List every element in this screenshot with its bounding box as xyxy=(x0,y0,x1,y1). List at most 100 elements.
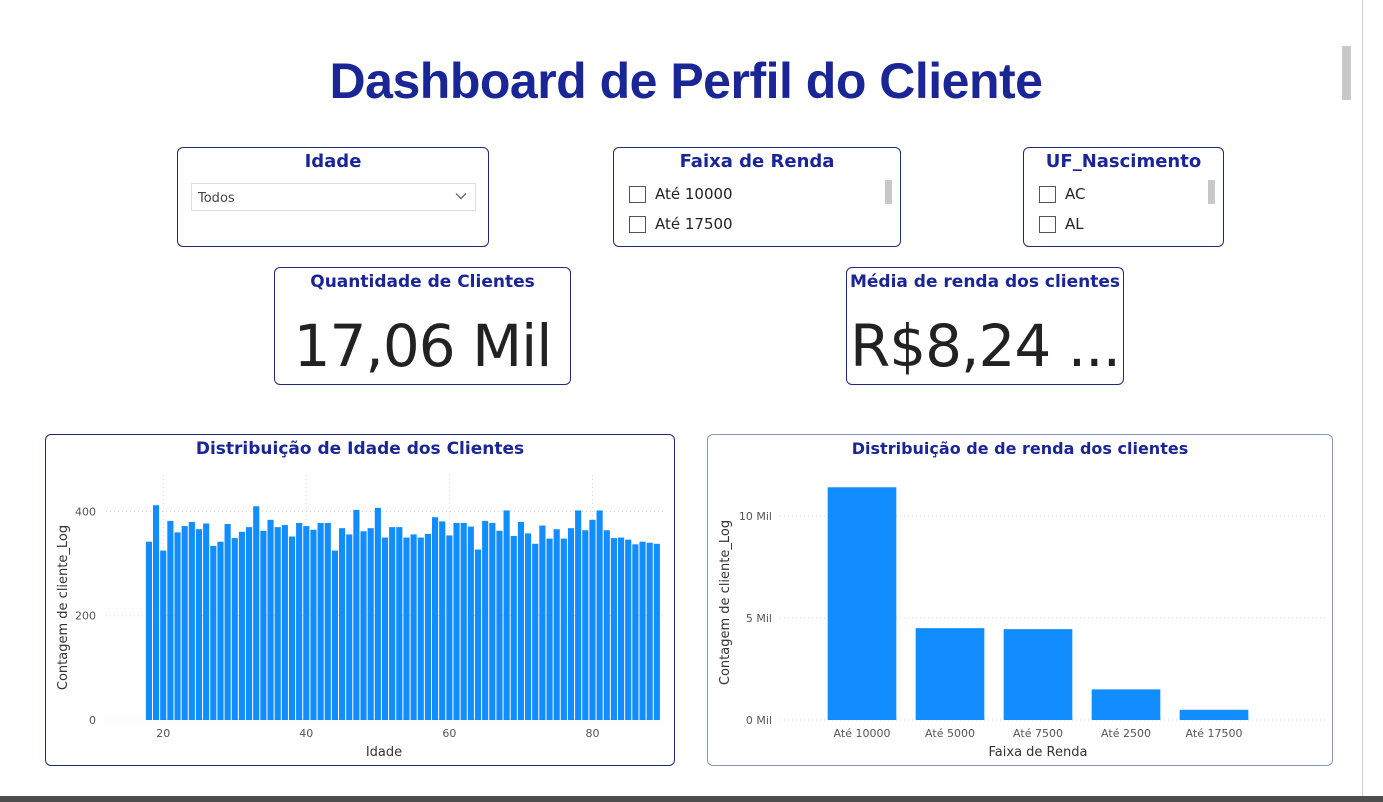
uf-option[interactable]: AL xyxy=(1039,213,1084,235)
bar xyxy=(1091,689,1161,720)
bar xyxy=(181,526,188,720)
bar xyxy=(331,550,338,720)
bar xyxy=(474,549,482,720)
bar xyxy=(467,526,474,720)
y-tick-label: 0 Mil xyxy=(746,714,772,727)
bar xyxy=(267,519,274,720)
slicer-scrollbar[interactable] xyxy=(1208,180,1215,204)
idade-dropdown-value: Todos xyxy=(198,191,235,206)
checkbox[interactable] xyxy=(1039,185,1056,203)
uf-option[interactable]: AC xyxy=(1039,183,1085,205)
bar xyxy=(339,528,346,720)
bar xyxy=(360,531,367,720)
y-axis-label: Contagem de cliente_Log xyxy=(56,525,71,690)
kpi-media-renda: Média de renda dos clientes R$8,24 ... xyxy=(846,267,1124,385)
x-tick-label: Até 10000 xyxy=(834,727,891,740)
chart-renda-plot: 0 Mil 5 Mil 10 Mil Até 10000 Até 5000 Até 750… xyxy=(718,487,1325,760)
bar xyxy=(389,527,396,720)
slicer-faixa-renda: Faixa de Renda Até 10000 Até 17500 xyxy=(613,147,901,247)
bar xyxy=(1179,709,1249,720)
checkbox[interactable] xyxy=(629,185,646,203)
bar xyxy=(253,506,260,720)
bar xyxy=(439,521,446,720)
slicer-idade: Idade Todos xyxy=(177,147,489,247)
bar xyxy=(446,535,453,720)
slicer-uf-title: UF_Nascimento xyxy=(1045,151,1202,172)
bar xyxy=(532,543,539,720)
option-label: AL xyxy=(1065,215,1084,233)
bar xyxy=(145,541,152,720)
bar xyxy=(281,525,288,720)
x-tick-label: 40 xyxy=(299,727,313,740)
bar xyxy=(195,529,203,720)
bar xyxy=(646,542,653,720)
bar xyxy=(238,531,245,720)
bar xyxy=(546,538,553,720)
bar xyxy=(553,529,560,720)
x-axis-label: Faixa de Renda xyxy=(989,745,1088,760)
kpi-quantidade-clientes: Quantidade de Clientes 17,06 Mil xyxy=(274,267,571,385)
bar xyxy=(596,510,603,720)
chart-idade-plot: 0 200 400 20 40 60 80 Idade Contagem de cliente_… xyxy=(56,475,664,760)
bar xyxy=(489,522,496,720)
bar xyxy=(317,522,324,720)
bar xyxy=(460,522,467,720)
bar xyxy=(510,535,517,720)
x-tick-label: 20 xyxy=(156,727,170,740)
bar xyxy=(153,505,160,720)
bar xyxy=(274,527,281,720)
option-label: Até 17500 xyxy=(655,215,733,233)
bar xyxy=(575,510,582,720)
x-axis-label: Idade xyxy=(366,745,402,760)
bar xyxy=(246,527,253,720)
canvas-border xyxy=(1362,0,1363,796)
bar xyxy=(567,528,575,720)
bar xyxy=(224,524,231,720)
bar xyxy=(603,530,610,720)
bar xyxy=(827,487,897,720)
bar xyxy=(610,538,617,720)
bar xyxy=(632,544,639,720)
x-tick-label: Até 5000 xyxy=(925,727,975,740)
slicer-idade-title: Idade xyxy=(304,151,362,172)
bar xyxy=(618,537,625,720)
bar xyxy=(525,533,532,720)
bar xyxy=(482,520,489,720)
slicer-faixa-renda-title: Faixa de Renda xyxy=(679,151,835,172)
checkbox[interactable] xyxy=(1039,215,1056,233)
bar xyxy=(167,520,174,720)
bar xyxy=(453,522,460,720)
faixa-renda-option[interactable]: Até 17500 xyxy=(629,213,733,235)
kpi-media-renda-title: Média de renda dos clientes xyxy=(849,272,1121,292)
y-axis-label: Contagem de cliente_Log xyxy=(718,520,733,685)
kpi-quantidade-value: 17,06 Mil xyxy=(293,312,553,380)
chart-renda: Distribuição de de renda dos clientes 0 … xyxy=(707,434,1333,766)
idade-dropdown[interactable]: Todos xyxy=(191,183,476,211)
bar xyxy=(288,536,296,720)
slicer-scrollbar[interactable] xyxy=(885,180,892,204)
y-tick-label: 5 Mil xyxy=(746,612,772,625)
bar xyxy=(625,539,632,720)
bar xyxy=(374,507,381,720)
bar xyxy=(424,533,431,720)
kpi-quantidade-title: Quantidade de Clientes xyxy=(310,272,535,292)
bar xyxy=(915,628,985,720)
checkbox[interactable] xyxy=(629,215,646,233)
bar xyxy=(188,521,195,720)
y-tick-label: 200 xyxy=(75,610,96,623)
x-tick-label: Até 2500 xyxy=(1101,727,1151,740)
bar xyxy=(203,523,210,720)
chart-idade: Distribuição de Idade dos Clientes 0 200 4… xyxy=(45,434,675,766)
bar xyxy=(639,541,646,720)
bar xyxy=(653,543,660,720)
bar xyxy=(582,530,589,720)
bar xyxy=(260,530,267,720)
bar xyxy=(403,537,410,720)
bar xyxy=(231,538,238,720)
bar xyxy=(589,519,596,720)
x-tick-label: 80 xyxy=(585,727,599,740)
faixa-renda-option[interactable]: Até 10000 xyxy=(629,183,733,205)
bar xyxy=(381,537,389,720)
bar xyxy=(396,527,403,720)
bar xyxy=(517,521,524,720)
